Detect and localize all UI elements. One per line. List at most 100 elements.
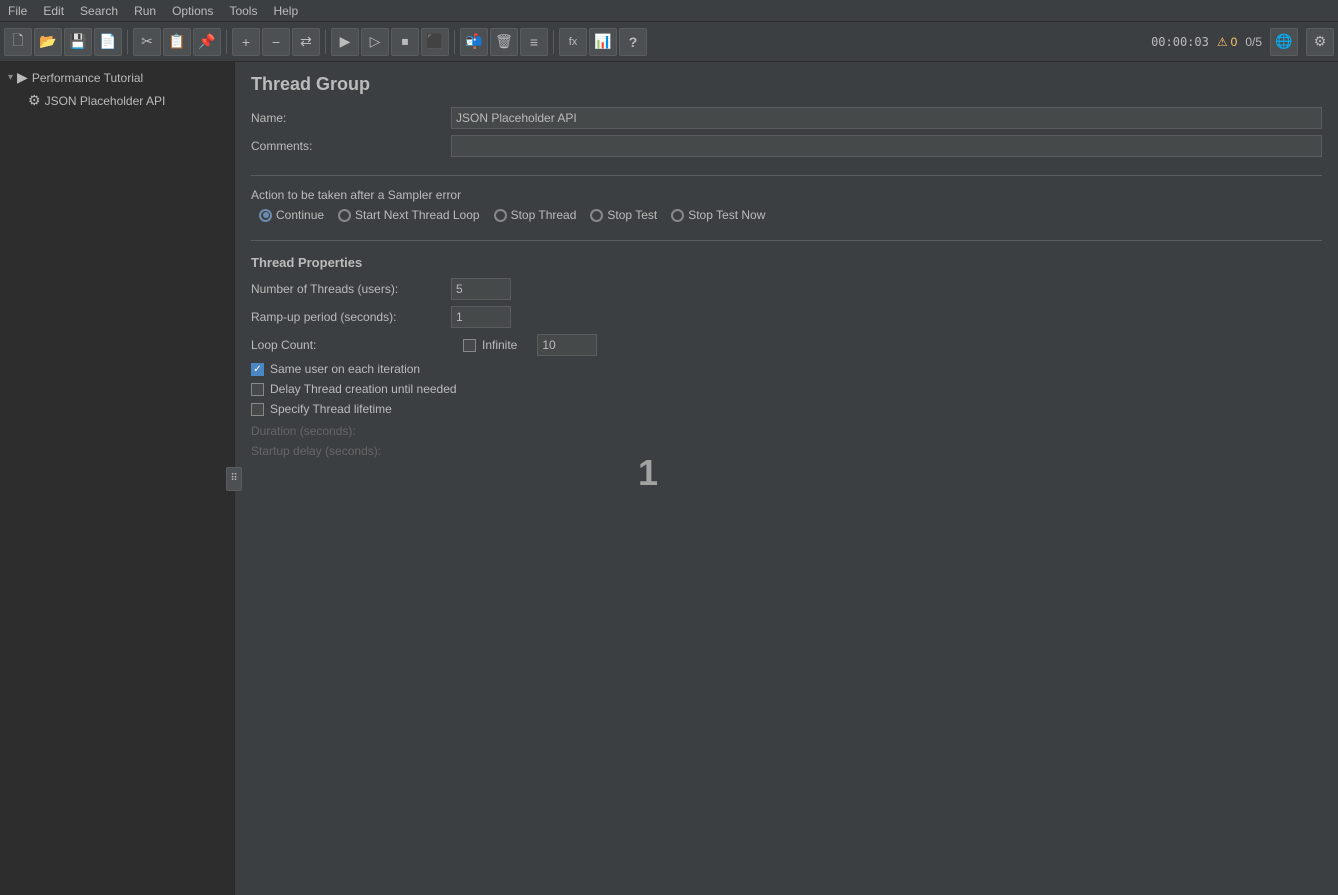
help-button[interactable]: ? <box>619 28 647 56</box>
menu-edit[interactable]: Edit <box>39 2 68 20</box>
specify-lifetime-label: Specify Thread lifetime <box>270 402 392 416</box>
collapse-button[interactable]: − <box>262 28 290 56</box>
table-button[interactable]: ≡ <box>520 28 548 56</box>
specify-lifetime-checkbox <box>251 403 264 416</box>
thread-properties-header: Thread Properties <box>235 249 1338 274</box>
report-button[interactable]: 📊 <box>589 28 617 56</box>
warning-count: 0 <box>1231 35 1238 49</box>
paste-button[interactable]: 📌 <box>193 28 221 56</box>
specify-lifetime-checkbox-item[interactable]: Specify Thread lifetime <box>251 402 1322 416</box>
menu-options[interactable]: Options <box>168 2 217 20</box>
delay-thread-label: Delay Thread creation until needed <box>270 382 457 396</box>
action-label-row: Action to be taken after a Sampler error <box>251 188 1322 202</box>
action-section: Action to be taken after a Sampler error… <box>235 184 1338 232</box>
rampup-label: Ramp-up period (seconds): <box>251 310 451 324</box>
sidebar-item-label-performance: Performance Tutorial <box>32 71 143 85</box>
sidebar-item-label-json: JSON Placeholder API <box>45 94 166 108</box>
radio-stop-thread[interactable]: Stop Thread <box>494 208 577 222</box>
duration-label: Duration (seconds): <box>251 424 451 438</box>
loop-count-label: Loop Count: <box>251 338 451 352</box>
infinite-label: Infinite <box>482 338 517 352</box>
num-threads-label: Number of Threads (users): <box>251 282 451 296</box>
startup-delay-label: Startup delay (seconds): <box>251 444 451 458</box>
sidebar-collapse-button[interactable]: ⠿ <box>226 467 242 491</box>
radio-stop-test-now[interactable]: Stop Test Now <box>671 208 765 222</box>
delay-thread-checkbox-item[interactable]: Delay Thread creation until needed <box>251 382 1322 396</box>
run-nopause-button[interactable]: ▷ <box>361 28 389 56</box>
rampup-input[interactable] <box>451 306 511 328</box>
warning-icon: ⚠ <box>1217 35 1228 49</box>
menu-search[interactable]: Search <box>76 2 122 20</box>
radio-start-next[interactable]: Start Next Thread Loop <box>338 208 480 222</box>
same-user-checkbox <box>251 363 264 376</box>
name-section: Name: Comments: <box>235 103 1338 167</box>
radio-stop-thread-label: Stop Thread <box>511 208 577 222</box>
sidebar-item-json-placeholder[interactable]: ⚙ JSON Placeholder API <box>0 89 234 112</box>
copy-button[interactable]: 📋 <box>163 28 191 56</box>
toolbar-sep-5 <box>553 30 554 54</box>
send-button[interactable]: 📬 <box>460 28 488 56</box>
toolbar-sep-3 <box>325 30 326 54</box>
timer-display: 00:00:03 <box>1151 35 1209 49</box>
menu-tools[interactable]: Tools <box>225 2 261 20</box>
toolbar: 🗋 📂 💾 📄 ✂ 📋 📌 + − ⇄ ▶ ▷ ⏹ ⬛ 📬 🗑 ≡ fx 📊 ?… <box>0 22 1338 62</box>
menu-run[interactable]: Run <box>130 2 160 20</box>
radio-continue[interactable]: Continue <box>259 208 324 222</box>
toolbar-right: 00:00:03 ⚠ 0 0/5 🌐 ⚙ <box>1151 28 1334 56</box>
radio-continue-label: Continue <box>276 208 324 222</box>
tree-arrow-expand: ▾ <box>8 72 13 83</box>
config-button[interactable]: ⚙ <box>1306 28 1334 56</box>
toolbar-sep-1 <box>127 30 128 54</box>
ratio-display: 0/5 <box>1245 35 1262 49</box>
json-placeholder-icon: ⚙ <box>28 92 41 109</box>
radio-stop-test-label: Stop Test <box>607 208 657 222</box>
name-label: Name: <box>251 111 451 125</box>
radio-start-next-circle <box>338 209 351 222</box>
cut-button[interactable]: ✂ <box>133 28 161 56</box>
duration-row: Duration (seconds): <box>251 424 1322 438</box>
toolbar-sep-2 <box>226 30 227 54</box>
save-button[interactable]: 💾 <box>64 28 92 56</box>
radio-stop-test-now-label: Stop Test Now <box>688 208 765 222</box>
function-button[interactable]: fx <box>559 28 587 56</box>
menu-file[interactable]: File <box>4 2 31 20</box>
remote-button[interactable]: 🌐 <box>1270 28 1298 56</box>
thread-section: Number of Threads (users): Ramp-up perio… <box>235 274 1338 468</box>
panel-title: Thread Group <box>235 62 1338 103</box>
radio-continue-circle <box>259 209 272 222</box>
clear-button[interactable]: 🗑 <box>490 28 518 56</box>
num-threads-input[interactable] <box>451 278 511 300</box>
same-user-checkbox-item[interactable]: Same user on each iteration <box>251 362 1322 376</box>
new-button[interactable]: 🗋 <box>4 28 32 56</box>
loop-count-input[interactable] <box>537 334 597 356</box>
radio-stop-test[interactable]: Stop Test <box>590 208 657 222</box>
menubar: File Edit Search Run Options Tools Help <box>0 0 1338 22</box>
comments-row: Comments: <box>251 135 1322 157</box>
open-button[interactable]: 📂 <box>34 28 62 56</box>
shutdown-button[interactable]: ⬛ <box>421 28 449 56</box>
name-input[interactable] <box>451 107 1322 129</box>
radio-stop-test-now-circle <box>671 209 684 222</box>
toolbar-sep-4 <box>454 30 455 54</box>
menu-help[interactable]: Help <box>269 2 302 20</box>
infinite-checkbox-item[interactable]: Infinite <box>463 338 517 352</box>
rampup-row: Ramp-up period (seconds): <box>251 306 1322 328</box>
comments-label: Comments: <box>251 139 451 153</box>
content-area: Thread Group Name: Comments: Action to b… <box>235 62 1338 895</box>
sidebar: ▾ ▶ Performance Tutorial ⚙ JSON Placehol… <box>0 62 235 895</box>
toggle-button[interactable]: ⇄ <box>292 28 320 56</box>
radio-group: Continue Start Next Thread Loop Stop Thr… <box>259 208 765 222</box>
stop-button[interactable]: ⏹ <box>391 28 419 56</box>
comments-input[interactable] <box>451 135 1322 157</box>
startup-delay-row: Startup delay (seconds): <box>251 444 1322 458</box>
radio-group-row: Continue Start Next Thread Loop Stop Thr… <box>251 208 1322 222</box>
expand-button[interactable]: + <box>232 28 260 56</box>
performance-tutorial-icon: ▶ <box>17 69 28 86</box>
saveas-button[interactable]: 📄 <box>94 28 122 56</box>
warning-badge: ⚠ 0 <box>1217 35 1237 49</box>
loop-count-row: Loop Count: Infinite <box>251 334 1322 356</box>
run-button[interactable]: ▶ <box>331 28 359 56</box>
name-row: Name: <box>251 107 1322 129</box>
num-threads-row: Number of Threads (users): <box>251 278 1322 300</box>
sidebar-item-performance-tutorial[interactable]: ▾ ▶ Performance Tutorial <box>0 66 234 89</box>
